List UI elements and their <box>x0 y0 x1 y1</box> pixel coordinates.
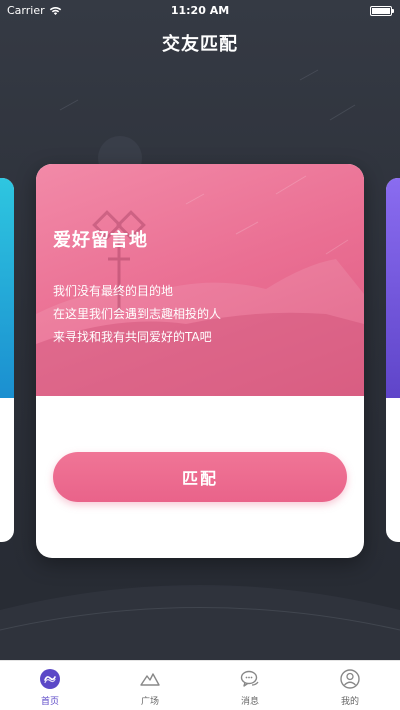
chat-bubbles-icon <box>240 670 259 687</box>
match-card: 爱好留言地 我们没有最终的目的地 在这里我们会遇到志趣相投的人 来寻找和我有共同… <box>36 164 364 558</box>
card-description-line: 我们没有最终的目的地 <box>53 284 174 298</box>
tab-messages[interactable]: 消息 <box>200 661 300 710</box>
tab-label: 我的 <box>340 697 359 707</box>
tab-label: 广场 <box>140 697 159 707</box>
status-time: 11:20 AM <box>170 4 230 17</box>
tab-profile[interactable]: 我的 <box>300 661 400 710</box>
tab-label: 首页 <box>40 697 59 707</box>
battery-icon <box>370 6 394 16</box>
card-description: 我们没有最终的目的地 在这里我们会遇到志趣相投的人 来寻找和我有共同爱好的TA吧 <box>53 280 221 349</box>
user-icon <box>340 669 360 689</box>
next-card[interactable] <box>386 178 400 542</box>
card-description-line: 来寻找和我有共同爱好的TA吧 <box>53 330 212 344</box>
previous-card[interactable] <box>0 178 14 542</box>
mountain-icon <box>140 673 160 686</box>
tab-home[interactable]: 首页 <box>0 661 100 710</box>
match-screen: Carrier 11:20 AM 交友匹配 爱好留言地 我们没有最终的目的地 在… <box>0 0 400 710</box>
tab-bar: 首页 广场 消息 我的 <box>0 660 400 710</box>
home-swirl-icon <box>40 669 60 689</box>
card-title: 爱好留言地 <box>53 230 148 251</box>
tab-square[interactable]: 广场 <box>100 661 200 710</box>
page-title: 交友匹配 <box>162 34 238 55</box>
status-bar: Carrier 11:20 AM <box>0 0 400 22</box>
card-hero: 爱好留言地 我们没有最终的目的地 在这里我们会遇到志趣相投的人 来寻找和我有共同… <box>36 164 364 396</box>
match-button[interactable]: 匹配 <box>53 452 347 502</box>
card-description-line: 在这里我们会遇到志趣相投的人 <box>53 307 222 321</box>
tab-label: 消息 <box>240 697 259 707</box>
